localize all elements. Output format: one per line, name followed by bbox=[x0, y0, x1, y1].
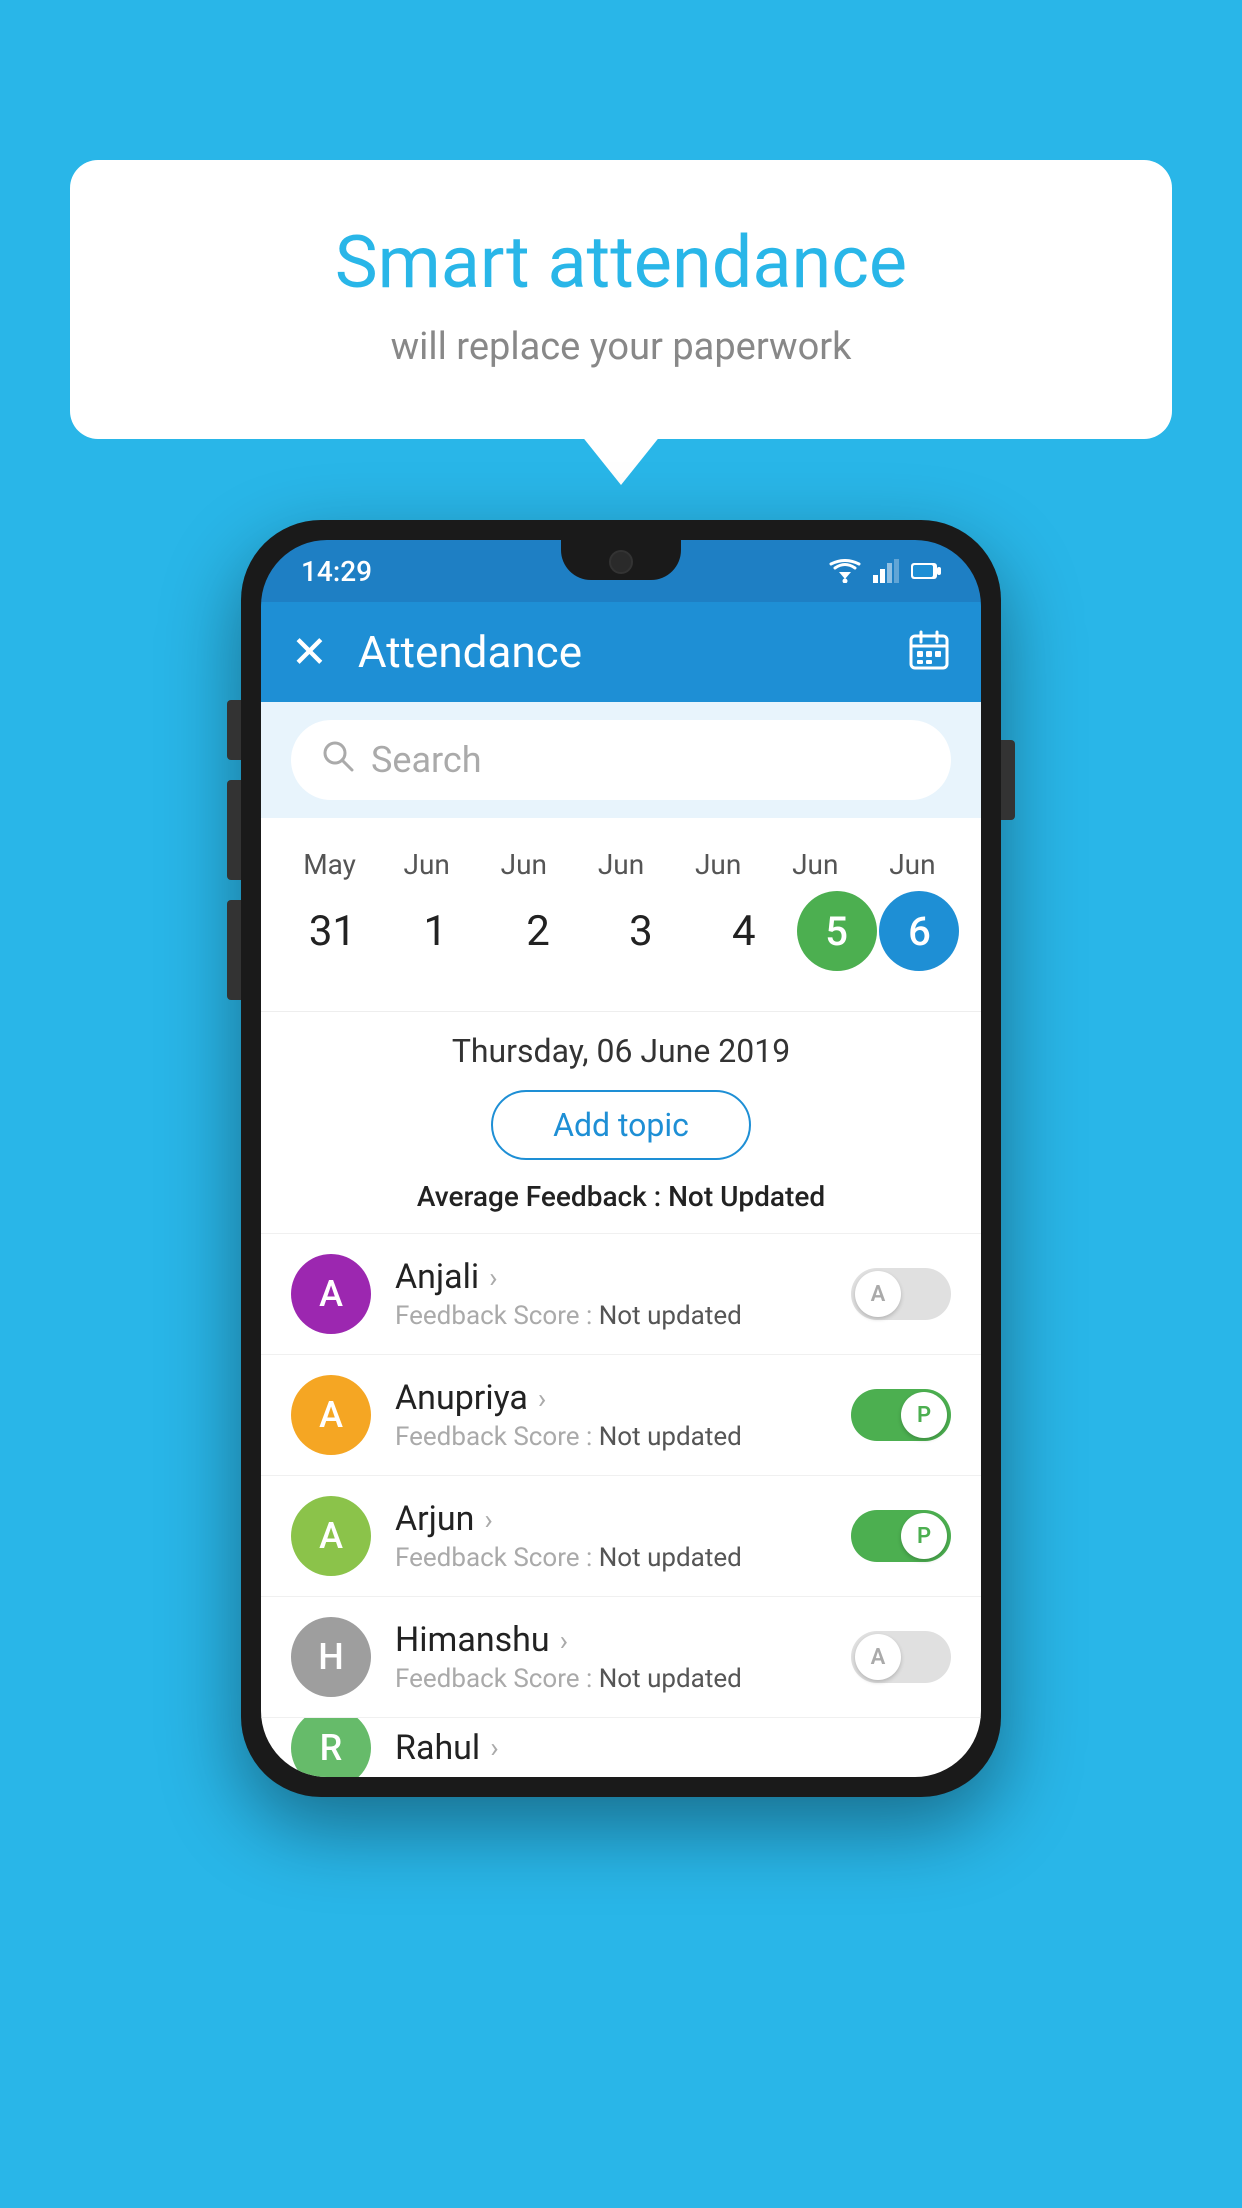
feedback-himanshu: Feedback Score : Not updated bbox=[395, 1664, 851, 1694]
chevron-icon-anjali: › bbox=[489, 1261, 497, 1294]
wifi-icon bbox=[829, 559, 861, 583]
power-button bbox=[1001, 740, 1015, 820]
cal-month-2: Jun bbox=[475, 848, 572, 881]
cal-date-31[interactable]: 31 bbox=[282, 907, 382, 956]
student-name-himanshu[interactable]: Himanshu › bbox=[395, 1620, 851, 1660]
search-bar-container: Search bbox=[261, 702, 981, 818]
feedback-anjali: Feedback Score : Not updated bbox=[395, 1301, 851, 1331]
avatar-anupriya: A bbox=[291, 1375, 371, 1455]
toggle-arjun[interactable]: P bbox=[851, 1510, 951, 1562]
student-item-arjun: A Arjun › Feedback Score : Not updated P bbox=[261, 1475, 981, 1596]
cal-date-1[interactable]: 1 bbox=[385, 907, 485, 956]
toggle-anjali[interactable]: A bbox=[851, 1268, 951, 1320]
feedback-arjun: Feedback Score : Not updated bbox=[395, 1543, 851, 1573]
student-name-anjali[interactable]: Anjali › bbox=[395, 1257, 851, 1297]
app-bar: ✕ Attendance bbox=[261, 602, 981, 702]
avatar-anjali: A bbox=[291, 1254, 371, 1334]
cal-date-6-selected[interactable]: 6 bbox=[879, 891, 959, 971]
bubble-title: Smart attendance bbox=[150, 220, 1092, 305]
app-bar-title: Attendance bbox=[358, 626, 907, 678]
cal-month-4: Jun bbox=[670, 848, 767, 881]
cal-month-0: May bbox=[281, 848, 378, 881]
volume-down-button bbox=[227, 780, 241, 880]
cal-month-6: Jun bbox=[864, 848, 961, 881]
avg-feedback: Average Feedback : Not Updated bbox=[291, 1180, 951, 1213]
cal-month-3: Jun bbox=[572, 848, 669, 881]
cal-date-5-today[interactable]: 5 bbox=[797, 891, 877, 971]
student-info-anjali: Anjali › Feedback Score : Not updated bbox=[395, 1257, 851, 1331]
bubble-subtitle: will replace your paperwork bbox=[150, 325, 1092, 369]
search-icon bbox=[321, 739, 355, 782]
volume-up-button bbox=[227, 700, 241, 760]
avg-feedback-label: Average Feedback : bbox=[417, 1180, 668, 1213]
front-camera bbox=[609, 550, 633, 574]
chevron-icon-anupriya: › bbox=[538, 1382, 546, 1415]
toggle-anupriya[interactable]: P bbox=[851, 1389, 951, 1441]
speech-bubble-container: Smart attendance will replace your paper… bbox=[70, 160, 1172, 439]
chevron-icon-himanshu: › bbox=[560, 1624, 568, 1657]
cal-month-1: Jun bbox=[378, 848, 475, 881]
full-date: Thursday, 06 June 2019 bbox=[291, 1032, 951, 1070]
avatar-arjun: A bbox=[291, 1496, 371, 1576]
cal-date-4[interactable]: 4 bbox=[694, 907, 794, 956]
add-topic-button[interactable]: Add topic bbox=[491, 1090, 751, 1160]
speech-bubble: Smart attendance will replace your paper… bbox=[70, 160, 1172, 439]
calendar-container: May Jun Jun Jun Jun Jun Jun 31 1 2 3 4 5… bbox=[261, 818, 981, 1011]
close-button[interactable]: ✕ bbox=[291, 626, 328, 678]
student-info-partial: Rahul › bbox=[395, 1728, 951, 1768]
chevron-icon-arjun: › bbox=[484, 1503, 492, 1536]
student-name-anupriya[interactable]: Anupriya › bbox=[395, 1378, 851, 1418]
avatar-partial: R bbox=[291, 1717, 371, 1777]
phone-outer: 14:29 bbox=[241, 520, 1001, 1797]
search-placeholder: Search bbox=[371, 739, 482, 781]
cal-date-2[interactable]: 2 bbox=[488, 907, 588, 956]
student-item-himanshu: H Himanshu › Feedback Score : Not update… bbox=[261, 1596, 981, 1717]
student-item-anjali: A Anjali › Feedback Score : Not updated … bbox=[261, 1233, 981, 1354]
cal-month-5: Jun bbox=[767, 848, 864, 881]
silent-button bbox=[227, 900, 241, 1000]
student-name-arjun[interactable]: Arjun › bbox=[395, 1499, 851, 1539]
student-info-arjun: Arjun › Feedback Score : Not updated bbox=[395, 1499, 851, 1573]
calendar-months: May Jun Jun Jun Jun Jun Jun bbox=[281, 848, 961, 881]
feedback-anupriya: Feedback Score : Not updated bbox=[395, 1422, 851, 1452]
status-time: 14:29 bbox=[301, 555, 372, 588]
status-bar: 14:29 bbox=[261, 540, 981, 602]
student-info-anupriya: Anupriya › Feedback Score : Not updated bbox=[395, 1378, 851, 1452]
battery-icon bbox=[911, 561, 941, 581]
student-name-partial[interactable]: Rahul › bbox=[395, 1728, 951, 1768]
avatar-himanshu: H bbox=[291, 1617, 371, 1697]
search-bar[interactable]: Search bbox=[291, 720, 951, 800]
cal-date-3[interactable]: 3 bbox=[591, 907, 691, 956]
phone-container: 14:29 bbox=[241, 520, 1001, 1797]
chevron-icon-partial: › bbox=[490, 1731, 498, 1764]
student-item-partial: R Rahul › bbox=[261, 1717, 981, 1777]
students-list: A Anjali › Feedback Score : Not updated … bbox=[261, 1233, 981, 1777]
signal-icon bbox=[873, 559, 899, 583]
notch bbox=[561, 540, 681, 580]
date-info: Thursday, 06 June 2019 Add topic Average… bbox=[261, 1011, 981, 1233]
student-info-himanshu: Himanshu › Feedback Score : Not updated bbox=[395, 1620, 851, 1694]
calendar-dates: 31 1 2 3 4 5 6 bbox=[281, 891, 961, 971]
student-item-anupriya: A Anupriya › Feedback Score : Not update… bbox=[261, 1354, 981, 1475]
avg-feedback-value: Not Updated bbox=[668, 1180, 825, 1213]
toggle-himanshu[interactable]: A bbox=[851, 1631, 951, 1683]
phone-screen: 14:29 bbox=[261, 540, 981, 1777]
status-icons bbox=[829, 559, 941, 583]
calendar-icon[interactable] bbox=[907, 628, 951, 676]
